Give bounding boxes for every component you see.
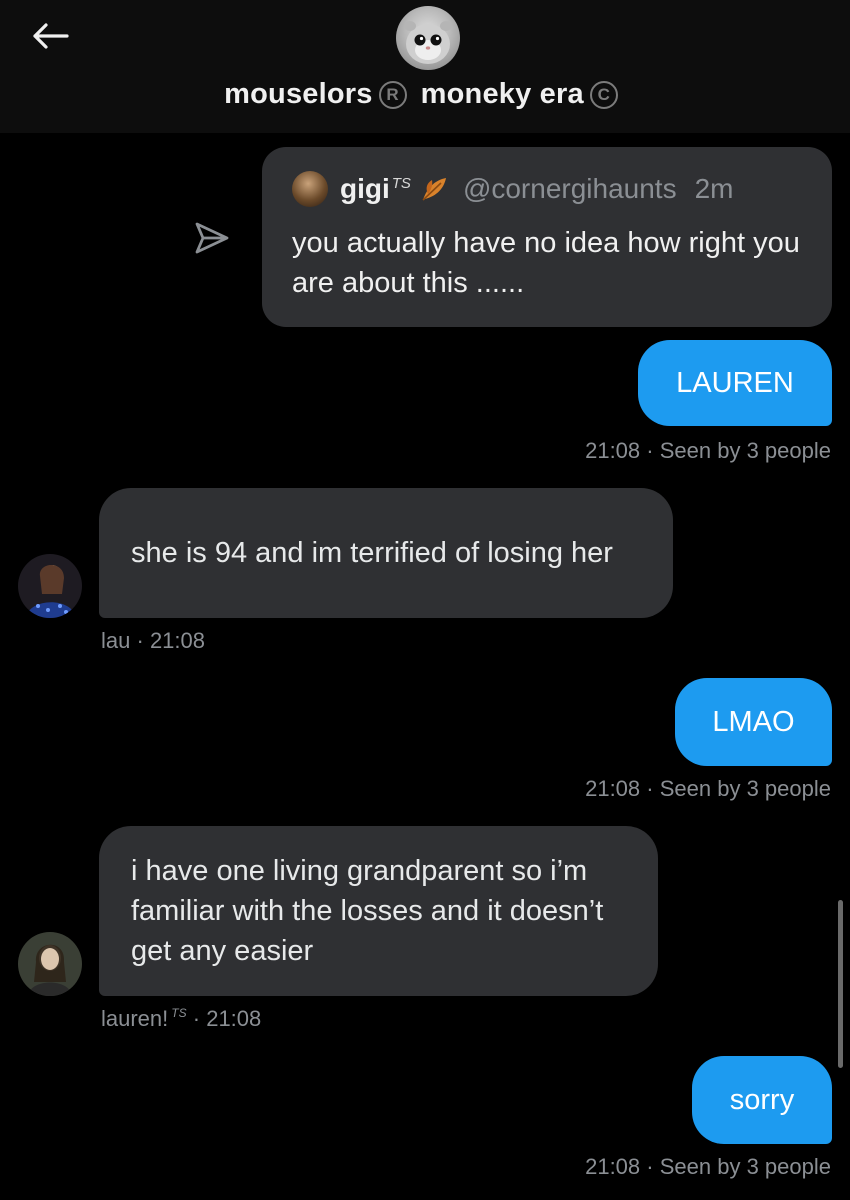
- sender-name: lau: [101, 628, 131, 653]
- title-part-1: mouselors: [224, 78, 373, 110]
- shared-post-avatar: [292, 171, 328, 207]
- message-meta: 21:08 · Seen by 3 people: [585, 776, 831, 802]
- registered-mark-icon: R: [378, 80, 407, 109]
- message-text: sorry: [729, 1083, 795, 1116]
- meta-separator: ·: [192, 1006, 207, 1031]
- message-bubble-incoming[interactable]: i have one living grandparent so i’m fam…: [99, 826, 658, 996]
- seen-status: Seen by 3 people: [659, 1154, 831, 1179]
- title-part-2: moneky era: [420, 78, 584, 110]
- message-text: LMAO: [712, 705, 795, 738]
- seen-status: Seen by 3 people: [659, 438, 831, 463]
- message-meta: 21:08 · Seen by 3 people: [585, 438, 831, 464]
- sender-avatar[interactable]: [18, 932, 82, 996]
- message-bubble-outgoing[interactable]: LAUREN: [638, 340, 832, 426]
- message-time: 21:08: [585, 438, 641, 463]
- message-time: 21:08: [206, 1006, 262, 1031]
- message-time: 21:08: [585, 776, 641, 801]
- message-meta: lau · 21:08: [101, 628, 205, 654]
- message-meta: 21:08 · Seen by 3 people: [585, 1154, 831, 1180]
- back-button[interactable]: [28, 20, 72, 52]
- shared-post-author-badge: TS: [391, 175, 411, 192]
- message-time: 21:08: [149, 628, 205, 653]
- message-bubble-incoming[interactable]: she is 94 and im terrified of losing her: [99, 488, 673, 618]
- message-meta: lauren! TS · 21:08: [101, 1006, 261, 1032]
- seen-status: Seen by 3 people: [659, 776, 831, 801]
- message-text: i have one living grandparent so i’m fam…: [131, 855, 604, 967]
- shared-post-text: you actually have no idea how right you …: [292, 227, 800, 299]
- meta-separator: ·: [136, 628, 150, 653]
- arrow-left-icon: [33, 23, 69, 49]
- meta-separator: ·: [646, 1154, 660, 1179]
- user-avatar-icon: [18, 932, 82, 996]
- autumn-leaf-icon: [422, 178, 446, 201]
- message-bubble-outgoing[interactable]: LMAO: [675, 678, 832, 766]
- shared-post-time: 2m: [694, 173, 734, 204]
- meta-separator: ·: [646, 776, 660, 801]
- copyright-mark-icon: C: [589, 80, 618, 109]
- message-time: 21:08: [585, 1154, 641, 1179]
- scrollbar[interactable]: [838, 900, 843, 1068]
- message-bubble-outgoing[interactable]: sorry: [692, 1056, 832, 1144]
- message-text: LAUREN: [676, 366, 794, 399]
- shared-post-header: gigi TS @cornergihaunts 2m: [292, 169, 802, 209]
- group-avatar[interactable]: [396, 6, 460, 70]
- user-avatar-icon: [18, 554, 82, 618]
- conversation-title: mouselors R moneky era C: [0, 78, 850, 111]
- shared-post-author: gigi: [340, 173, 390, 204]
- message-text: she is 94 and im terrified of losing her: [131, 537, 613, 569]
- shared-post-card[interactable]: gigi TS @cornergihaunts 2m you actually …: [262, 147, 832, 327]
- sender-avatar[interactable]: [18, 554, 82, 618]
- conversation-header: mouselors R moneky era C: [0, 0, 850, 133]
- hamster-avatar-icon: [404, 21, 452, 64]
- share-arrow-icon[interactable]: [192, 220, 232, 256]
- sender-badge: TS: [171, 1006, 187, 1020]
- sender-name: lauren!: [101, 1006, 169, 1031]
- meta-separator: ·: [646, 438, 660, 463]
- shared-post-handle: @cornergihaunts: [462, 173, 677, 204]
